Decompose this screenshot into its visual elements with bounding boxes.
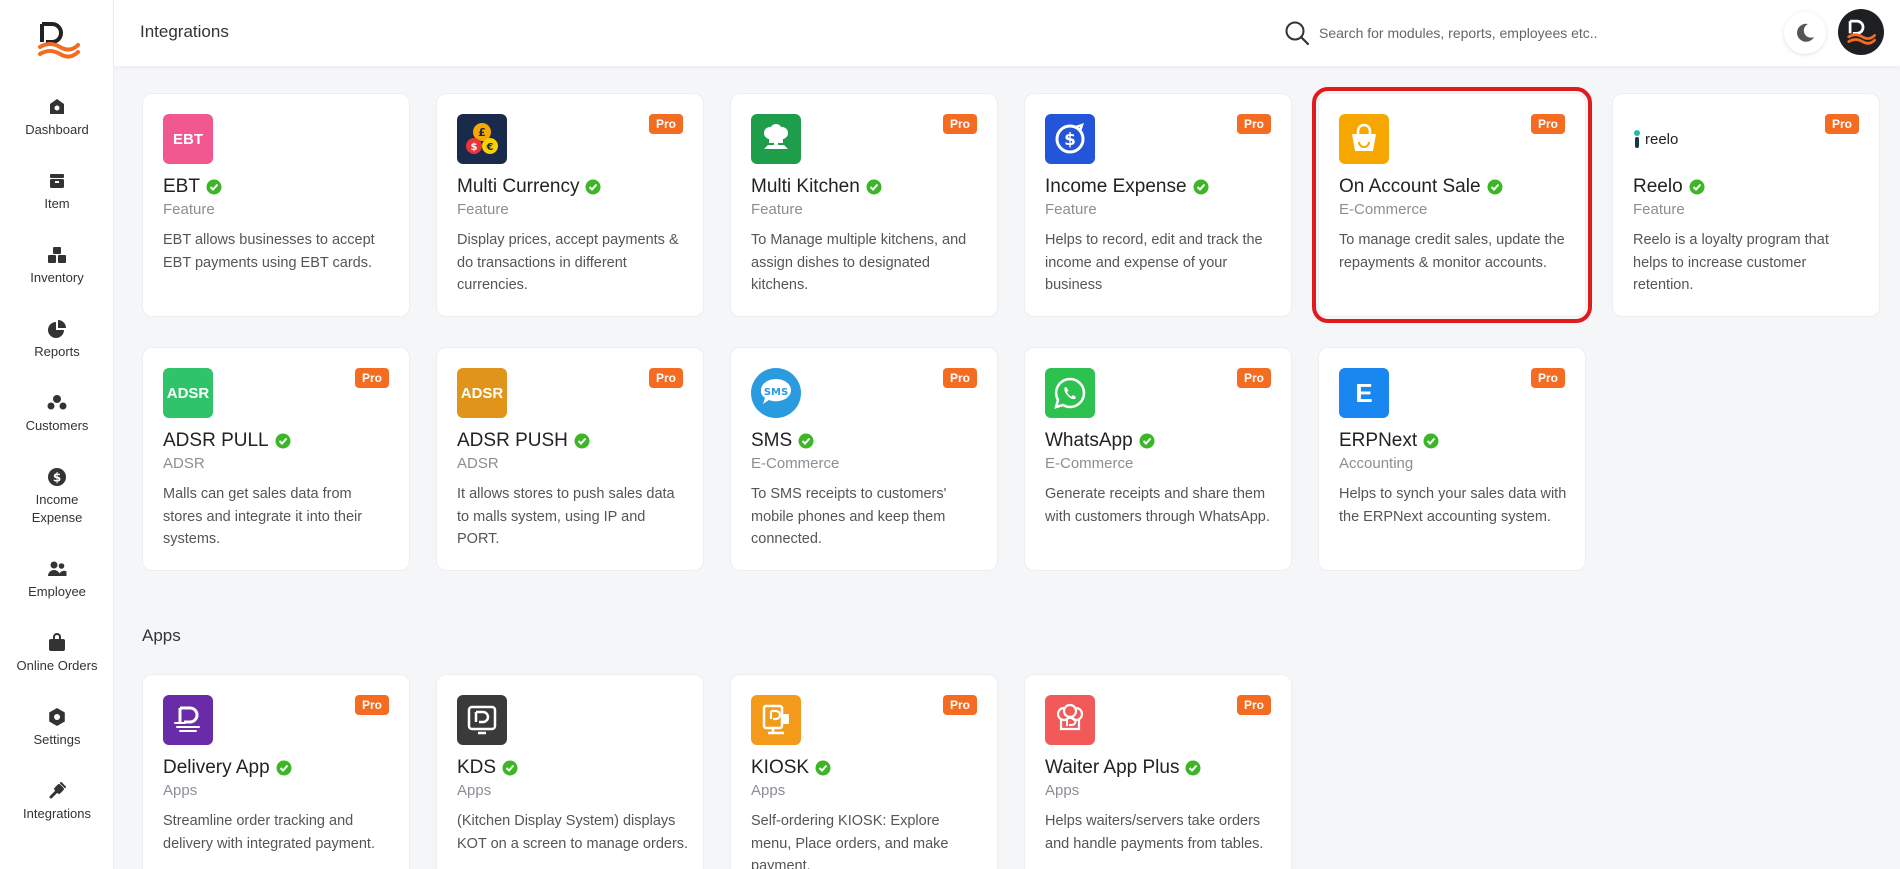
whatsapp-icon <box>1045 368 1095 418</box>
search-input[interactable] <box>1319 19 1649 47</box>
integration-card-whatsapp[interactable]: Pro WhatsApp E-Commerce Generate receipt… <box>1024 347 1292 571</box>
pro-badge: Pro <box>942 695 977 715</box>
verified-check-icon <box>1487 179 1503 195</box>
pro-badge: Pro <box>1824 114 1859 134</box>
app-card-waiter-app-plus[interactable]: Pro Waiter App Plus Apps Helps waiters/s… <box>1024 674 1292 869</box>
sidebar-item-settings[interactable]: Settings <box>0 707 114 749</box>
verified-check-icon <box>574 433 590 449</box>
integration-card-ebt[interactable]: EBT EBT Feature EBT allows businesses to… <box>142 93 410 317</box>
sidebar-item-online-orders[interactable]: Online Orders <box>0 633 114 675</box>
sidebar-item-income-expense[interactable]: $ Income Expense <box>0 467 114 527</box>
inventory-icon <box>48 247 66 263</box>
page-title: Integrations <box>140 22 229 41</box>
sidebar: Dashboard Item Inventory Reports Custome… <box>0 0 114 869</box>
sidebar-item-dashboard[interactable]: Dashboard <box>0 97 114 139</box>
integrations-icon <box>49 782 66 799</box>
integration-card-reelo[interactable]: reelo Pro Reelo Feature Reelo is a loyal… <box>1612 93 1880 317</box>
integrations-content: EBT EBT Feature EBT allows businesses to… <box>114 66 1900 869</box>
online-orders-icon <box>49 633 65 651</box>
pro-badge: Pro <box>354 368 389 388</box>
dashboard-icon <box>50 99 64 114</box>
svg-text:$: $ <box>53 471 61 485</box>
sidebar-item-integrations[interactable]: Integrations <box>0 781 114 823</box>
adsr-push-icon: ADSR <box>457 368 507 418</box>
pro-badge: Pro <box>1236 114 1271 134</box>
verified-check-icon <box>585 179 601 195</box>
verified-check-icon <box>1193 179 1209 195</box>
verified-check-icon <box>502 760 518 776</box>
pro-badge: Pro <box>1530 114 1565 134</box>
pro-badge: Pro <box>942 114 977 134</box>
brand-logo[interactable] <box>36 20 80 60</box>
kds-icon <box>457 695 507 745</box>
adsr-pull-icon: ADSR <box>163 368 213 418</box>
reelo-logo-icon: reelo <box>1633 114 1683 164</box>
pro-badge: Pro <box>354 695 389 715</box>
ebt-icon: EBT <box>163 114 213 164</box>
sidebar-item-reports[interactable]: Reports <box>0 319 114 361</box>
employee-icon <box>48 561 67 576</box>
svg-text:$: $ <box>471 142 478 153</box>
verified-check-icon <box>866 179 882 195</box>
integration-card-sms[interactable]: SMS Pro SMS E-Commerce To SMS receipts t… <box>730 347 998 571</box>
integration-card-multi-currency[interactable]: £ $ € Pro Multi Currency Feature Display p… <box>436 93 704 317</box>
chef-hat-icon <box>751 114 801 164</box>
integration-card-multi-kitchen[interactable]: Pro Multi Kitchen Feature To Manage mult… <box>730 93 998 317</box>
sidebar-item-inventory[interactable]: Inventory <box>0 245 114 287</box>
svg-text:€: € <box>486 142 494 153</box>
kiosk-icon <box>751 695 801 745</box>
erpnext-icon: E <box>1339 368 1389 418</box>
pro-badge: Pro <box>648 114 683 134</box>
verified-check-icon <box>1139 433 1155 449</box>
verified-check-icon <box>798 433 814 449</box>
verified-check-icon <box>276 760 292 776</box>
multi-currency-icon: £ $ € <box>457 114 507 164</box>
sidebar-item-employee[interactable]: Employee <box>0 559 114 601</box>
pro-badge: Pro <box>942 368 977 388</box>
income-expense-icon: $ <box>1045 114 1095 164</box>
integration-card-adsr-pull[interactable]: ADSR Pro ADSR PULL ADSR Malls can get sa… <box>142 347 410 571</box>
integration-card-adsr-push[interactable]: ADSR Pro ADSR PUSH ADSR It allows stores… <box>436 347 704 571</box>
verified-check-icon <box>275 433 291 449</box>
item-icon <box>50 174 64 188</box>
pro-badge: Pro <box>1530 368 1565 388</box>
pro-badge: Pro <box>1236 368 1271 388</box>
sms-icon: SMS <box>751 368 801 418</box>
search-icon[interactable] <box>1284 20 1310 46</box>
avatar[interactable] <box>1838 9 1884 55</box>
svg-text:£: £ <box>478 126 486 139</box>
app-card-delivery-app[interactable]: Pro Delivery App Apps Streamline order t… <box>142 674 410 869</box>
sidebar-item-item[interactable]: Item <box>0 171 114 213</box>
customers-icon <box>47 395 67 410</box>
verified-check-icon <box>1689 179 1705 195</box>
apps-section-title: Apps <box>142 626 181 645</box>
moon-icon <box>1797 23 1814 42</box>
verified-check-icon <box>1423 433 1439 449</box>
integration-card-on-account-sale[interactable]: Pro On Account Sale E-Commerce To manage… <box>1312 87 1592 323</box>
waiter-app-icon <box>1045 695 1095 745</box>
topbar: Integrations <box>114 0 1900 66</box>
sidebar-item-customers[interactable]: Customers <box>0 393 114 435</box>
integration-card-erpnext[interactable]: E Pro ERPNext Accounting Helps to synch … <box>1318 347 1586 571</box>
settings-icon <box>49 708 65 726</box>
theme-toggle-button[interactable] <box>1784 12 1826 54</box>
app-card-kiosk[interactable]: Pro KIOSK Apps Self-ordering KIOSK: Expl… <box>730 674 998 869</box>
verified-check-icon <box>1185 760 1201 776</box>
shopping-bag-icon <box>1339 114 1389 164</box>
pro-badge: Pro <box>1236 695 1271 715</box>
pro-badge: Pro <box>648 368 683 388</box>
integration-card-income-expense[interactable]: $ Pro Income Expense Feature Helps to re… <box>1024 93 1292 317</box>
svg-text:SMS: SMS <box>764 387 788 398</box>
app-card-kds[interactable]: KDS Apps (Kitchen Display System) displa… <box>436 674 704 869</box>
verified-check-icon <box>206 179 222 195</box>
brand-logo-icon <box>1847 19 1876 45</box>
verified-check-icon <box>815 760 831 776</box>
delivery-app-icon <box>163 695 213 745</box>
svg-text:$: $ <box>1064 130 1076 150</box>
income-expense-icon: $ <box>48 468 66 486</box>
reports-icon <box>48 320 66 338</box>
